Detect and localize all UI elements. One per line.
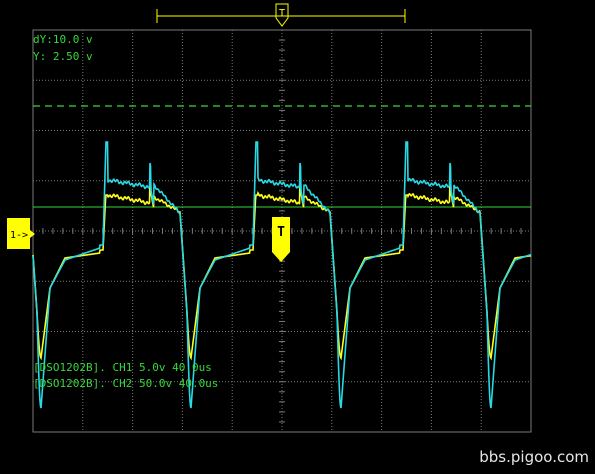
trigger-label: T [277,225,285,240]
screen-background [0,0,595,474]
cursor-y-readout: Y: 2.50 v [33,50,93,63]
oscilloscope-screen: T T 1-> [0,0,595,474]
trigger-position-label: T [279,8,285,19]
ch2-info: [DSO1202B]. CH2 50.0v 40.0us [33,377,219,390]
ch1-info: [DSO1202B]. CH1 5.0v 40.0us [33,361,212,374]
cursor-dy-readout: dY:10.0 v [33,33,93,46]
ground-marker-label: 1-> [10,230,28,241]
watermark: bbs.pigoo.com [479,448,589,466]
